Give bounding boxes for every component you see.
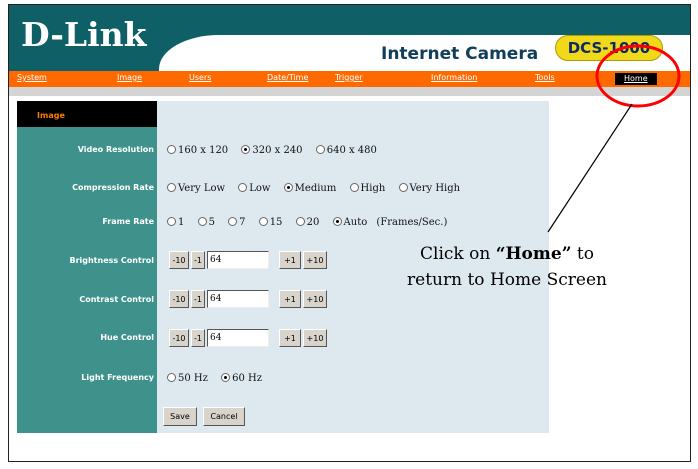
option-320x240[interactable]: 320 x 240 (241, 145, 303, 156)
header-divider (9, 87, 690, 96)
radio-button-icon[interactable] (349, 183, 359, 192)
radio-button-icon[interactable] (228, 217, 238, 226)
contrast-minus10-button[interactable]: -10 (169, 290, 189, 308)
nav-users[interactable]: Users (189, 73, 211, 82)
radio-button-selected-icon[interactable] (283, 183, 293, 192)
option-640x480[interactable]: 640 x 480 (315, 145, 377, 156)
brightness-value-field[interactable]: 64 (207, 251, 269, 269)
brightness-plus10-button[interactable]: +10 (303, 251, 327, 269)
option-high[interactable]: High (349, 183, 385, 194)
brightness-plus1-button[interactable]: +1 (279, 251, 301, 269)
option-160x120[interactable]: 160 x 120 (167, 145, 228, 156)
brightness-minus10-button[interactable]: -10 (169, 251, 189, 269)
radio-button-icon[interactable] (398, 183, 408, 192)
option-50hz[interactable]: 50 Hz (167, 373, 208, 384)
settings-sidebar: Image Video Resolution Compression Rate … (17, 101, 157, 433)
section-title: Image (37, 111, 65, 120)
option-fps-15[interactable]: 15 (258, 217, 282, 228)
hue-plus10-button[interactable]: +10 (303, 329, 327, 347)
nav-image[interactable]: Image (117, 73, 142, 82)
label-contrast-control: Contrast Control (79, 295, 154, 304)
nav-bar: System Image Users Date/Time Trigger Inf… (9, 71, 690, 87)
radio-button-icon[interactable] (197, 217, 207, 226)
compression-rate-options: Very Low Low Medium High Very High (167, 183, 470, 194)
label-compression-rate: Compression Rate (72, 183, 154, 192)
contrast-minus1-button[interactable]: -1 (191, 290, 205, 308)
label-hue-control: Hue Control (100, 333, 154, 342)
nav-trigger[interactable]: Trigger (335, 73, 363, 82)
light-frequency-options: 50 Hz 60 Hz (167, 373, 272, 384)
option-60hz[interactable]: 60 Hz (221, 373, 262, 384)
nav-home[interactable]: Home (615, 73, 657, 85)
nav-information[interactable]: Information (431, 73, 477, 82)
label-video-resolution: Video Resolution (77, 145, 154, 154)
nav-tools[interactable]: Tools (535, 73, 555, 82)
radio-button-icon[interactable] (167, 183, 176, 192)
contrast-value-field[interactable]: 64 (207, 290, 269, 308)
product-title: Internet Camera (381, 44, 539, 64)
radio-button-icon[interactable] (167, 217, 176, 226)
contrast-plus1-button[interactable]: +1 (279, 290, 301, 308)
radio-button-selected-icon[interactable] (221, 373, 231, 382)
section-title-bar: Image (17, 101, 157, 127)
option-very-high[interactable]: Very High (398, 183, 460, 194)
nav-system[interactable]: System (17, 73, 47, 82)
option-very-low[interactable]: Very Low (167, 183, 225, 194)
option-fps-20[interactable]: 20 (295, 217, 319, 228)
contrast-plus10-button[interactable]: +10 (303, 290, 327, 308)
frame-rate-unit: (Frames/Sec.) (376, 217, 448, 228)
option-fps-auto[interactable]: Auto (332, 217, 367, 228)
radio-button-icon[interactable] (167, 145, 176, 154)
label-brightness-control: Brightness Control (69, 256, 154, 265)
dlink-logo: D-Link (21, 15, 147, 54)
option-fps-5[interactable]: 5 (197, 217, 215, 228)
label-frame-rate: Frame Rate (102, 217, 154, 226)
option-medium[interactable]: Medium (283, 183, 336, 194)
radio-button-icon[interactable] (295, 217, 305, 226)
radio-button-selected-icon[interactable] (241, 145, 251, 154)
nav-date-time[interactable]: Date/Time (267, 73, 308, 82)
save-button[interactable]: Save (163, 407, 197, 426)
option-low[interactable]: Low (238, 183, 270, 194)
video-resolution-options: 160 x 120 320 x 240 640 x 480 (167, 145, 387, 156)
annotation-line-1: Click on “Home” to (420, 244, 594, 264)
model-badge: DCS-1000 (555, 35, 663, 61)
hue-plus1-button[interactable]: +1 (279, 329, 301, 347)
annotation-emphasis: “Home” (495, 244, 572, 264)
page-frame: D-Link Internet Camera DCS-1000 System I… (8, 4, 691, 462)
label-light-frequency: Light Frequency (81, 373, 154, 382)
hue-value-field[interactable]: 64 (207, 329, 269, 347)
radio-button-selected-icon[interactable] (332, 217, 342, 226)
option-fps-1[interactable]: 1 (167, 217, 184, 228)
annotation-line-2: return to Home Screen (407, 270, 607, 290)
hue-minus10-button[interactable]: -10 (169, 329, 189, 347)
option-fps-7[interactable]: 7 (228, 217, 246, 228)
hue-minus1-button[interactable]: -1 (191, 329, 205, 347)
brightness-minus1-button[interactable]: -1 (191, 251, 205, 269)
radio-button-icon[interactable] (315, 145, 325, 154)
frame-rate-options: 1 5 7 15 20 Auto (Frames/Sec.) (167, 217, 447, 228)
cancel-button[interactable]: Cancel (203, 407, 245, 426)
radio-button-icon[interactable] (238, 183, 248, 192)
annotation-text: Click on “Home” to return to Home Screen (372, 241, 642, 293)
header-bar: D-Link Internet Camera DCS-1000 (9, 5, 690, 75)
radio-button-icon[interactable] (258, 217, 268, 226)
radio-button-icon[interactable] (167, 373, 176, 382)
